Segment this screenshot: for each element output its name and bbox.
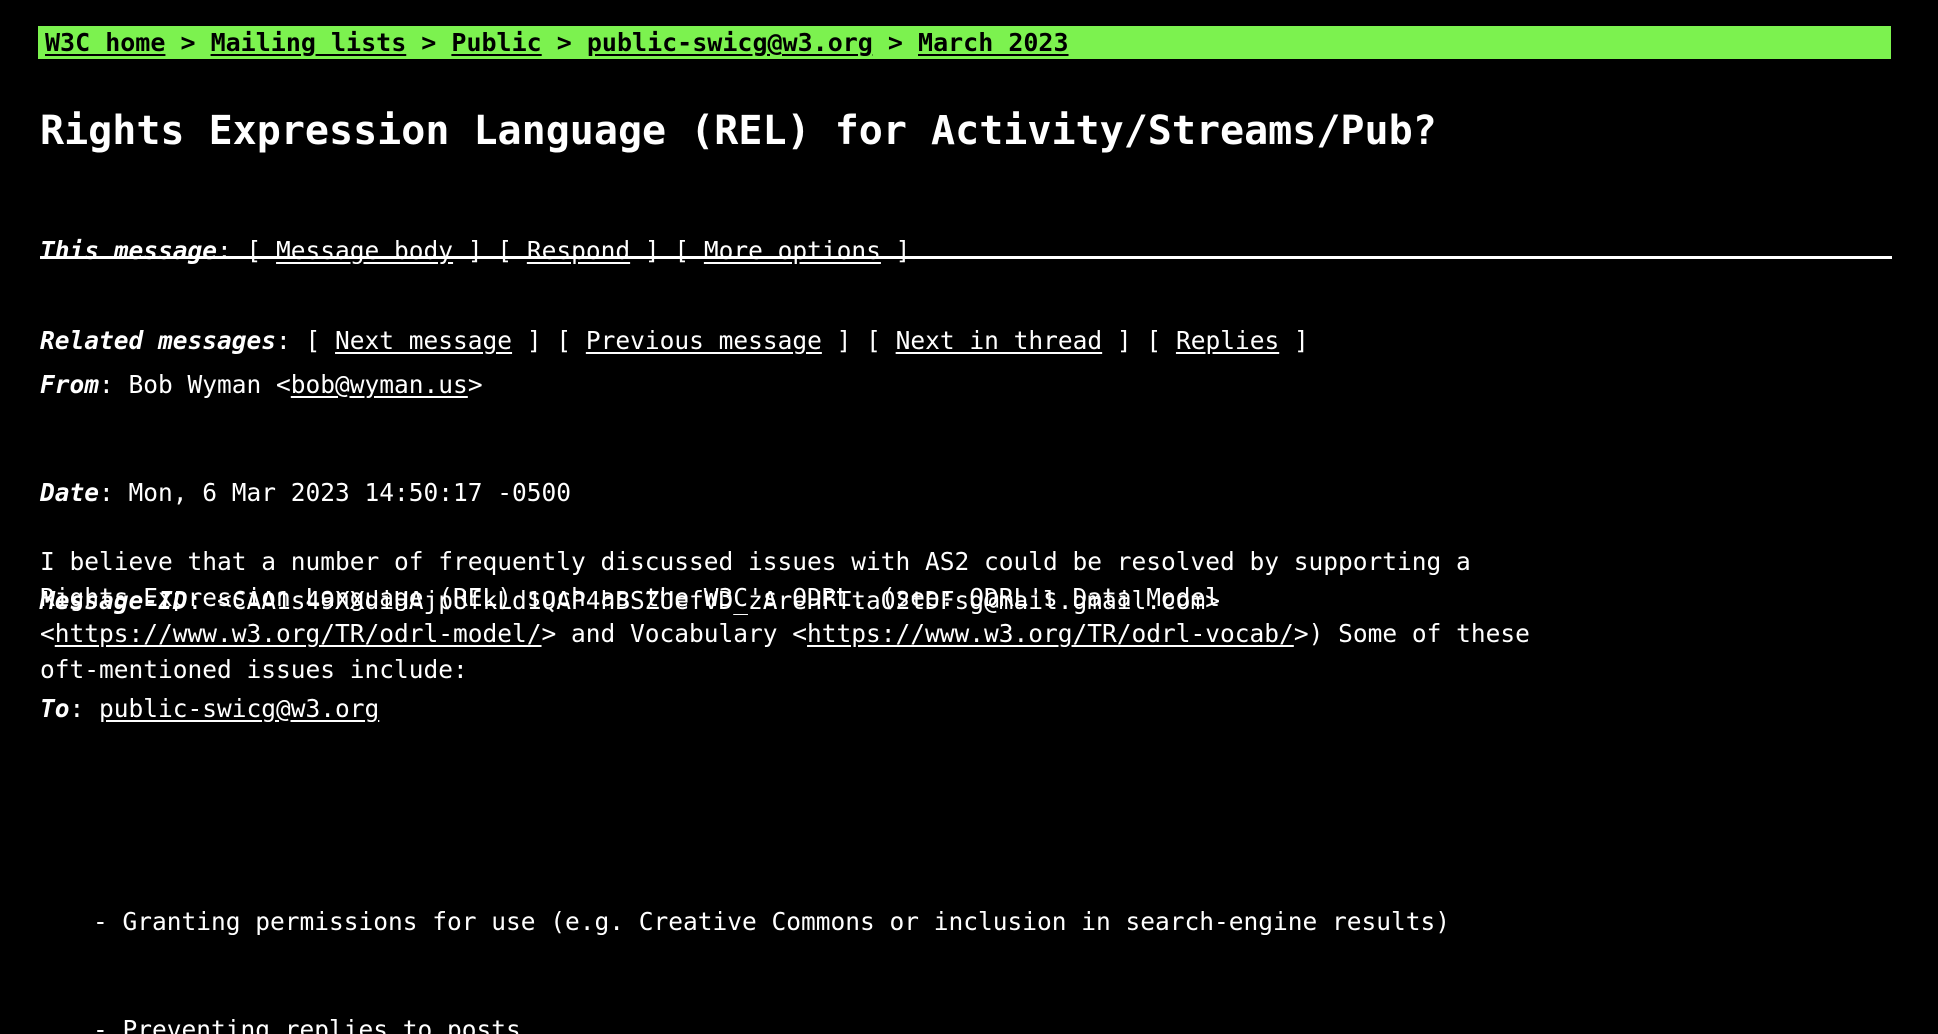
header-value-from-email[interactable]: bob@wyman.us bbox=[291, 370, 468, 399]
breadcrumb-separator: > bbox=[165, 28, 211, 57]
link-odrl-model[interactable]: https://www.w3.org/TR/odrl-model/ bbox=[55, 619, 542, 648]
header-value-from-close: > bbox=[467, 370, 483, 399]
bracket-close: ] bbox=[453, 236, 498, 265]
link-more-options[interactable]: More options bbox=[704, 236, 881, 265]
message-body: I believe that a number of frequently di… bbox=[40, 472, 1540, 1034]
breadcrumb-separator: > bbox=[872, 28, 919, 57]
mailing-list-archive-page: W3C home > Mailing lists > Public > publ… bbox=[0, 0, 1938, 1034]
bracket-close: ] bbox=[1279, 326, 1324, 355]
colon: : bbox=[99, 370, 129, 399]
breadcrumb-item-public[interactable]: Public bbox=[451, 26, 541, 59]
link-message-body[interactable]: Message body bbox=[276, 236, 453, 265]
divider bbox=[40, 256, 1892, 259]
paragraph-text: > and Vocabulary < bbox=[541, 619, 808, 648]
bracket-open: [ bbox=[497, 236, 527, 265]
body-paragraph-1: I believe that a number of frequently di… bbox=[40, 544, 1540, 688]
list-item: - Granting permissions for use (e.g. Cre… bbox=[93, 907, 1451, 936]
breadcrumb: W3C home > Mailing lists > Public > publ… bbox=[38, 26, 1891, 59]
bracket-open: [ bbox=[674, 236, 704, 265]
issues-list: - Granting permissions for use (e.g. Cre… bbox=[93, 832, 1540, 1034]
header-row-from: From: Bob Wyman <bob@wyman.us> bbox=[40, 367, 1220, 403]
breadcrumb-item-mailing-lists[interactable]: Mailing lists bbox=[211, 26, 407, 59]
header-value-from-name: Bob Wyman < bbox=[128, 370, 291, 399]
link-respond[interactable]: Respond bbox=[527, 236, 630, 265]
link-odrl-vocab[interactable]: https://www.w3.org/TR/odrl-vocab/ bbox=[807, 619, 1294, 648]
breadcrumb-separator: > bbox=[541, 28, 587, 57]
breadcrumb-separator: > bbox=[406, 28, 452, 57]
bracket-open: [ bbox=[246, 236, 277, 265]
breadcrumb-item-month[interactable]: March 2023 bbox=[918, 26, 1069, 59]
bracket-close: ] bbox=[630, 236, 675, 265]
this-message-nav-line: This message: [ Message body ] [ Respond… bbox=[40, 236, 1323, 266]
page-title: Rights Expression Language (REL) for Act… bbox=[40, 107, 1437, 154]
header-label-from: From bbox=[40, 370, 100, 399]
colon-separator: : bbox=[217, 236, 247, 265]
bracket-close: ] bbox=[880, 236, 926, 265]
breadcrumb-item-w3c-home[interactable]: W3C home bbox=[45, 26, 165, 59]
list-item: - Preventing replies to posts bbox=[93, 1015, 521, 1034]
this-message-label: This message bbox=[40, 236, 218, 265]
breadcrumb-item-list-address[interactable]: public-swicg@w3.org bbox=[587, 26, 873, 59]
